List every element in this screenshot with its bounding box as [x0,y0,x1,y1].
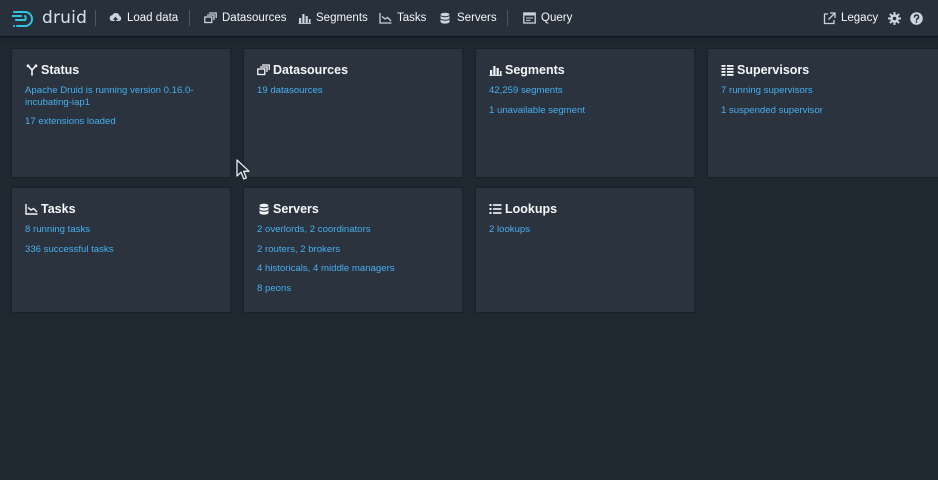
druid-logo-icon [12,11,33,28]
cog-icon [887,11,901,25]
list-columns-icon [721,64,734,77]
overlords-coordinators-link[interactable]: 2 overlords, 2 coordinators [257,224,449,236]
share-icon [822,11,836,25]
multi-select-icon [203,11,217,25]
nav-servers[interactable]: Servers [438,0,497,36]
nav-divider [507,10,508,26]
datasources-card[interactable]: Datasources 19 datasources [244,49,462,177]
running-supervisors-link[interactable]: 7 running supervisors [721,85,925,97]
unavailable-segments-link[interactable]: 1 unavailable segment [489,105,681,117]
nav-legacy-label: Legacy [841,12,879,24]
running-tasks-link[interactable]: 8 running tasks [25,224,217,236]
application-icon [522,11,536,25]
settings-button[interactable] [887,11,901,25]
database-icon [257,203,270,216]
nav-divider [189,10,190,26]
database-icon [438,11,452,25]
help-icon [909,11,923,25]
lookups-card[interactable]: Lookups 2 lookups [476,188,694,312]
supervisors-card-title: Supervisors [721,63,925,77]
nav-tasks[interactable]: Tasks [378,0,426,36]
servers-title-text: Servers [273,202,319,216]
nav-query-label: Query [541,12,573,24]
status-card-title: Status [25,63,217,77]
logo-text: druid [42,8,88,28]
supervisors-card[interactable]: Supervisors 7 running supervisors 1 susp… [708,49,938,177]
supervisors-title-text: Supervisors [737,63,810,77]
tasks-card[interactable]: Tasks 8 running tasks 336 successful tas… [12,188,230,312]
tasks-title-text: Tasks [41,202,76,216]
tasks-card-title: Tasks [25,202,217,216]
help-button[interactable] [909,11,923,25]
cloud-upload-icon [108,11,122,25]
peons-link[interactable]: 8 peons [257,283,449,295]
lookups-count-link[interactable]: 2 lookups [489,224,681,236]
suspended-supervisors-link[interactable]: 1 suspended supervisor [721,105,925,117]
segments-card[interactable]: Segments 42,259 segments 1 unavailable s… [476,49,694,177]
servers-card-title: Servers [257,202,449,216]
gantt-chart-icon [25,203,38,216]
datasources-title-text: Datasources [273,63,349,77]
druid-logo[interactable]: druid [12,7,87,29]
datasources-count-link[interactable]: 19 datasources [257,85,449,97]
segments-title-text: Segments [505,63,565,77]
nav-tasks-label: Tasks [397,12,427,24]
nav-load-data[interactable]: Load data [108,0,178,36]
nav-divider [95,10,96,26]
routers-brokers-link[interactable]: 2 routers, 2 brokers [257,244,449,256]
nav-query[interactable]: Query [522,0,572,36]
nav-segments[interactable]: Segments [297,0,368,36]
top-navbar: druid Load data Datasources Segments Tas… [0,0,938,36]
datasources-card-title: Datasources [257,63,449,77]
gantt-chart-icon [378,11,392,25]
status-card[interactable]: Status Apache Druid is running version 0… [12,49,230,177]
mouse-pointer-icon [236,159,250,180]
nav-datasources-label: Datasources [222,12,287,24]
servers-card[interactable]: Servers 2 overlords, 2 coordinators 2 ro… [244,188,462,312]
properties-icon [489,203,502,216]
segments-count-link[interactable]: 42,259 segments [489,85,681,97]
stacked-chart-icon [489,64,502,77]
historicals-middle-managers-link[interactable]: 4 historicals, 4 middle managers [257,263,449,275]
nav-servers-label: Servers [457,12,497,24]
status-title-text: Status [41,63,80,77]
lookups-title-text: Lookups [505,202,558,216]
nav-load-data-label: Load data [127,12,179,24]
nav-legacy[interactable]: Legacy [822,0,878,36]
successful-tasks-link[interactable]: 336 successful tasks [25,244,217,256]
multi-select-icon [257,64,270,77]
nav-datasources[interactable]: Datasources [203,0,287,36]
lookups-card-title: Lookups [489,202,681,216]
stacked-chart-icon [297,11,311,25]
status-extensions-link[interactable]: 17 extensions loaded [25,116,217,128]
segments-card-title: Segments [489,63,681,77]
nav-segments-label: Segments [316,12,368,24]
git-branch-icon [25,64,38,77]
status-version-link[interactable]: Apache Druid is running version 0.16.0-i… [25,85,217,108]
